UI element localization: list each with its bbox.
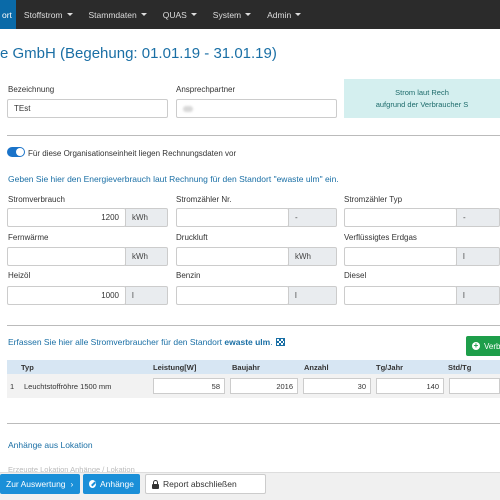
consumers-heading-suffix: . bbox=[270, 337, 273, 347]
benzin-input[interactable] bbox=[176, 286, 289, 305]
row-index: 1 bbox=[10, 382, 15, 391]
nav-item-label: QUAS bbox=[162, 9, 187, 20]
stromverbrauch-unit: kWh bbox=[125, 208, 168, 227]
divider bbox=[7, 325, 500, 326]
stromzaehler-typ-input[interactable] bbox=[344, 208, 457, 227]
info-alert: Strom laut Rech aufgrund der Verbraucher… bbox=[344, 79, 500, 118]
druckluft-unit: kWh bbox=[288, 247, 337, 266]
row-baujahr-input[interactable]: 2016 bbox=[230, 378, 298, 394]
benzin-label: Benzin bbox=[176, 271, 201, 280]
divider bbox=[7, 135, 500, 136]
nav-item-stammdaten[interactable]: Stammdaten bbox=[81, 0, 155, 29]
energy-heading: Geben Sie hier den Energieverbrauch laut… bbox=[8, 174, 339, 184]
toggle-knob bbox=[16, 148, 24, 156]
chevron-right-icon: › bbox=[70, 479, 74, 489]
pencil-icon bbox=[89, 480, 96, 488]
stromzaehler-typ-unit: - bbox=[456, 208, 500, 227]
rechnungsdaten-toggle[interactable] bbox=[7, 147, 25, 157]
row-tg-jahr-input[interactable]: 140 bbox=[376, 378, 444, 394]
lock-icon bbox=[152, 479, 159, 489]
bezeichnung-input[interactable]: TEst bbox=[7, 99, 168, 118]
caret-down-icon bbox=[140, 13, 147, 16]
heizoel-input[interactable]: 1000 bbox=[7, 286, 126, 305]
col-typ: Typ bbox=[21, 363, 34, 372]
add-button-label: Verb bbox=[484, 341, 500, 351]
diesel-unit: l bbox=[456, 286, 500, 305]
erdgas-input[interactable] bbox=[344, 247, 457, 266]
stromverbrauch-input[interactable]: 1200 bbox=[7, 208, 126, 227]
stromzaehler-nr-label: Stromzähler Nr. bbox=[176, 195, 232, 204]
col-leistung: Leistung[W] bbox=[153, 363, 197, 372]
info-line-2: aufgrund der Verbraucher S bbox=[375, 100, 469, 109]
consumers-location: ewaste ulm bbox=[224, 337, 271, 347]
bezeichnung-label: Bezeichnung bbox=[8, 85, 55, 94]
caret-down-icon bbox=[190, 13, 197, 16]
stromzaehler-nr-unit: - bbox=[288, 208, 337, 227]
redacted-value bbox=[183, 105, 193, 112]
col-tg-jahr: Tg/Jahr bbox=[376, 363, 404, 372]
fernwaerme-input[interactable] bbox=[7, 247, 126, 266]
consumers-heading-prefix: Erfassen Sie hier alle Stromverbraucher … bbox=[8, 337, 223, 347]
report-label: Report abschließen bbox=[163, 479, 237, 489]
anhaenge-label: Anhänge bbox=[99, 479, 134, 489]
nav-item-label: Stammdaten bbox=[88, 9, 137, 20]
consumers-heading: Erfassen Sie hier alle Stromverbraucher … bbox=[8, 337, 285, 347]
nav-item-quas[interactable]: QUAS bbox=[155, 0, 205, 29]
info-line-1: Strom laut Rech bbox=[395, 88, 449, 97]
auswertung-label: Zur Auswertung bbox=[6, 479, 66, 489]
fernwaerme-unit: kWh bbox=[125, 247, 168, 266]
attachments-heading: Anhänge aus Lokation bbox=[8, 440, 93, 450]
add-verbraucher-button[interactable]: + Verb bbox=[466, 336, 500, 356]
nav-item-admin[interactable]: Admin bbox=[259, 0, 309, 29]
heizoel-unit: l bbox=[125, 286, 168, 305]
diesel-input[interactable] bbox=[344, 286, 457, 305]
caret-down-icon bbox=[245, 13, 252, 16]
ansprechpartner-label: Ansprechpartner bbox=[176, 85, 236, 94]
nav-item-active[interactable]: ort bbox=[0, 0, 16, 29]
divider bbox=[7, 423, 500, 424]
row-anzahl-input[interactable]: 30 bbox=[303, 378, 371, 394]
ansprechpartner-input[interactable] bbox=[176, 99, 337, 118]
top-navbar: ort Stoffstrom Stammdaten QUAS System Ad… bbox=[0, 0, 500, 29]
nav-item-label: ort bbox=[2, 9, 12, 20]
stromzaehler-typ-label: Stromzähler Typ bbox=[344, 195, 403, 204]
toggle-label: Für diese Organisationseinheit liegen Re… bbox=[28, 149, 237, 158]
row-typ: Leuchtstoffröhre 1500 mm bbox=[24, 382, 112, 391]
druckluft-input[interactable] bbox=[176, 247, 289, 266]
col-std-tg: Std/Tg bbox=[448, 363, 472, 372]
report-abschliessen-button[interactable]: Report abschließen bbox=[145, 474, 266, 494]
checkered-flag-icon bbox=[275, 338, 285, 346]
caret-down-icon bbox=[295, 13, 302, 16]
diesel-label: Diesel bbox=[344, 271, 367, 280]
nav-item-label: System bbox=[212, 9, 242, 20]
heizoel-label: Heizöl bbox=[8, 271, 31, 280]
nav-item-label: Admin bbox=[267, 9, 292, 20]
nav-item-label: Stoffstrom bbox=[23, 9, 63, 20]
col-baujahr: Baujahr bbox=[232, 363, 260, 372]
row-leistung-input[interactable]: 58 bbox=[153, 378, 225, 394]
nav-item-system[interactable]: System bbox=[205, 0, 259, 29]
nav-item-stoffstrom[interactable]: Stoffstrom bbox=[16, 0, 81, 29]
erdgas-unit: l bbox=[456, 247, 500, 266]
page-title: e GmbH (Begehung: 01.01.19 - 31.01.19) bbox=[0, 45, 277, 62]
caret-down-icon bbox=[66, 13, 73, 16]
stromzaehler-nr-input[interactable] bbox=[176, 208, 289, 227]
zur-auswertung-button[interactable]: Zur Auswertung › bbox=[0, 474, 80, 494]
fernwaerme-label: Fernwärme bbox=[8, 233, 49, 242]
benzin-unit: l bbox=[288, 286, 337, 305]
plus-icon: + bbox=[472, 341, 480, 350]
col-anzahl: Anzahl bbox=[304, 363, 329, 372]
druckluft-label: Druckluft bbox=[176, 233, 208, 242]
erdgas-label: Verflüssigtes Erdgas bbox=[344, 233, 417, 242]
stromverbrauch-label: Stromverbrauch bbox=[8, 195, 65, 204]
anhaenge-button[interactable]: Anhänge bbox=[83, 474, 140, 494]
row-std-tg-input[interactable] bbox=[449, 378, 500, 394]
